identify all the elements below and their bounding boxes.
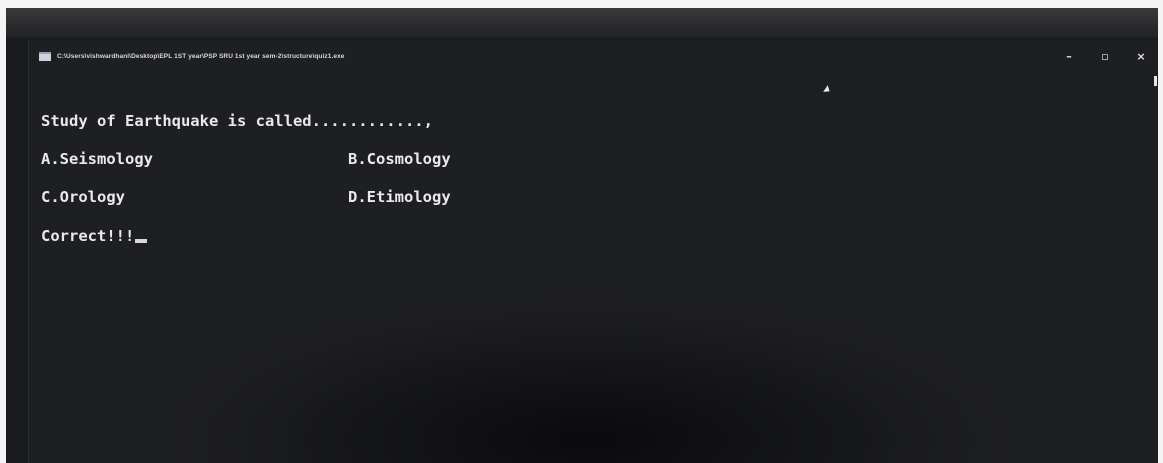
title-bar[interactable]: C:\Users\vishwardhani\Desktop\EPL 1ST ye… (29, 40, 1158, 72)
window-controls: – ▫ × (1051, 40, 1158, 72)
result-line: Correct!!! (41, 227, 148, 246)
minimize-button[interactable]: – (1051, 50, 1087, 63)
option-c: C.Orology (41, 188, 125, 206)
option-a: A.Seismology (41, 150, 153, 168)
mouse-pointer-icon (823, 85, 832, 95)
text-cursor (135, 239, 148, 243)
option-d: D.Etimology (348, 188, 451, 206)
maximize-button[interactable]: ▫ (1087, 50, 1123, 63)
question-text: Study of Earthquake is called...........… (41, 112, 433, 130)
window-title: C:\Users\vishwardhani\Desktop\EPL 1ST ye… (57, 52, 345, 60)
close-button[interactable]: × (1123, 50, 1158, 63)
scrollbar-thumb[interactable] (1154, 76, 1157, 86)
screen-photo: C:\Users\vishwardhani\Desktop\EPL 1ST ye… (6, 8, 1158, 463)
option-b: B.Cosmology (348, 150, 451, 168)
result-text: Correct!!! (41, 227, 135, 245)
console-app-icon (39, 51, 51, 61)
console-window: C:\Users\vishwardhani\Desktop\EPL 1ST ye… (28, 40, 1158, 463)
